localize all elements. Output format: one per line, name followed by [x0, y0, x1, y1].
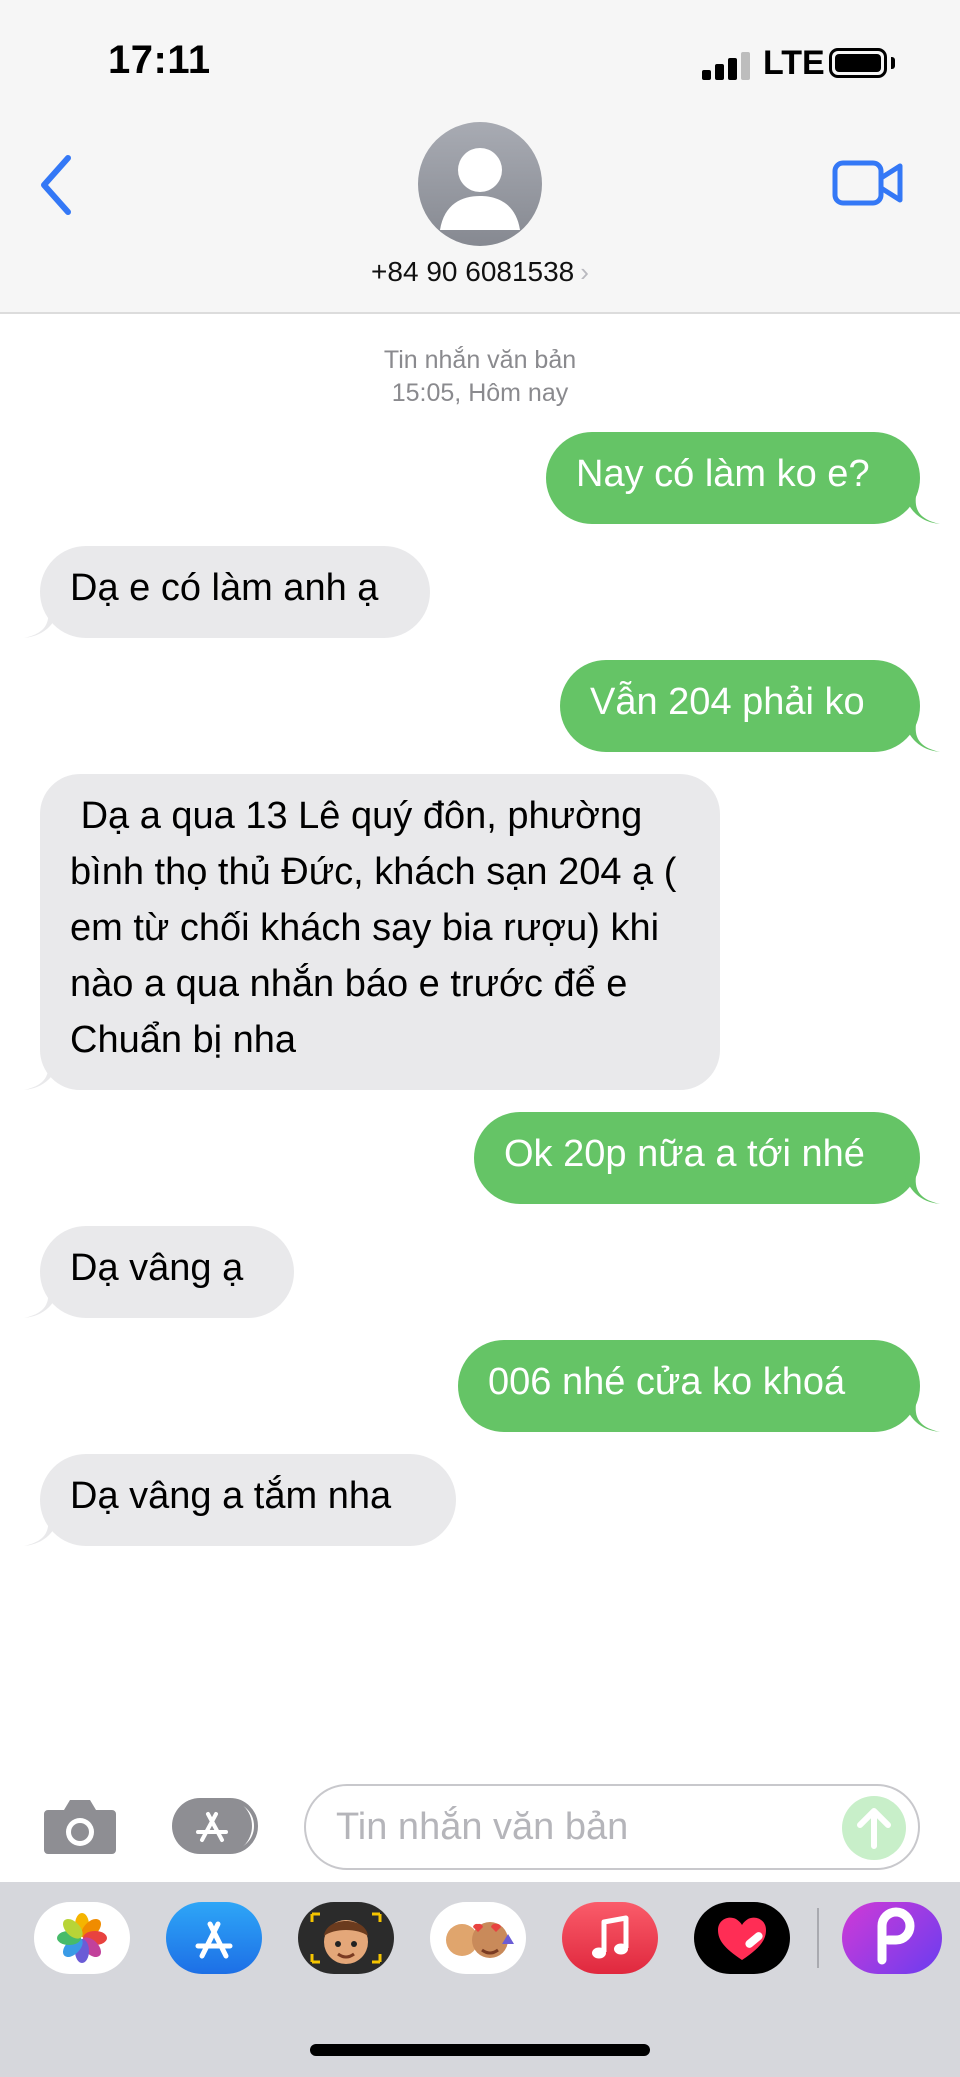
music-app-icon[interactable] — [562, 1902, 658, 1974]
message-bubble-incoming[interactable]: Dạ e có làm anh ạ — [40, 546, 430, 638]
message-bubble-outgoing[interactable]: Vẫn 204 phải ko — [560, 660, 920, 752]
battery-cap — [891, 57, 895, 69]
photos-app-icon[interactable] — [34, 1902, 130, 1974]
bubble-tail — [24, 1286, 60, 1318]
bubble-tail — [904, 1172, 940, 1204]
memoji-app-icon[interactable] — [298, 1902, 394, 1974]
animoji-stickers-app-icon[interactable] — [430, 1902, 526, 1974]
cellular-signal-icon — [702, 50, 752, 80]
bubble-tail — [24, 1514, 60, 1546]
bubble-tail — [904, 720, 940, 752]
send-button[interactable] — [842, 1796, 906, 1860]
app-store-app-icon[interactable] — [166, 1902, 262, 1974]
message-input[interactable]: Tin nhắn văn bản — [304, 1784, 920, 1870]
bubble-tail — [904, 1400, 940, 1432]
arrow-up-icon — [857, 1808, 891, 1849]
chevron-right-icon: › — [580, 257, 589, 287]
back-button[interactable] — [36, 150, 76, 220]
message-bubble-outgoing[interactable]: 006 nhé cửa ko khoá — [458, 1340, 920, 1432]
message-bubble-incoming[interactable]: Dạ a qua 13 Lê quý đôn, phường bình thọ … — [40, 774, 720, 1090]
conversation-header: 17:11 LTE +84 90 6081538 › — [0, 0, 960, 314]
message-input-placeholder: Tin nhắn văn bản — [336, 1806, 629, 1848]
bubble-tail — [24, 1058, 60, 1090]
picsart-app-icon[interactable] — [842, 1902, 942, 1974]
drawer-separator — [817, 1908, 819, 1968]
battery-icon — [829, 48, 887, 78]
message-meta-timestamp: 15:05, Hôm nay — [391, 379, 569, 407]
bubble-tail — [904, 492, 940, 524]
message-bubble-outgoing[interactable]: Ok 20p nữa a tới nhé — [474, 1112, 920, 1204]
message-bubble-incoming[interactable]: Dạ vâng ạ — [40, 1226, 294, 1318]
camera-icon — [44, 1800, 116, 1854]
app-store-button[interactable] — [170, 1796, 262, 1856]
contact-name-row[interactable]: +84 90 6081538 › — [0, 256, 960, 288]
facetime-video-button[interactable] — [832, 158, 904, 208]
video-camera-icon — [832, 160, 903, 206]
camera-button[interactable] — [42, 1796, 118, 1856]
bubble-tail — [24, 606, 60, 638]
message-bubble-outgoing[interactable]: Nay có làm ko e? — [546, 432, 920, 524]
home-indicator[interactable] — [310, 2044, 650, 2056]
app-store-icon — [172, 1798, 258, 1854]
message-bubble-incoming[interactable]: Dạ vâng a tắm nha — [40, 1454, 456, 1546]
message-meta-type: Tin nhắn văn bản — [383, 346, 577, 374]
contact-name: +84 90 6081538 — [371, 256, 575, 287]
chevron-left-icon — [41, 155, 71, 215]
digital-touch-app-icon[interactable] — [694, 1902, 790, 1974]
contact-avatar[interactable] — [418, 122, 542, 246]
network-type: LTE — [763, 44, 825, 82]
person-silhouette-icon — [440, 148, 520, 230]
status-time: 17:11 — [108, 38, 211, 82]
